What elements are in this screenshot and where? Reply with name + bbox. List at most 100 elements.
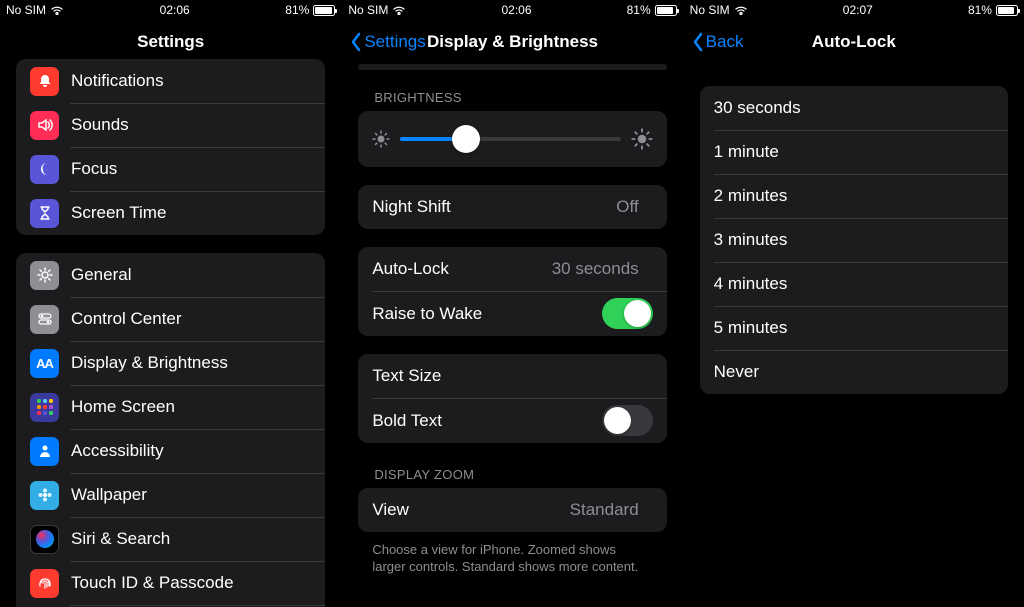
autolock-scroll[interactable]: 30 seconds 1 minute 2 minutes 3 minutes 4 mi… — [684, 64, 1024, 607]
battery-pct-label: 81% — [285, 3, 309, 17]
chevron-right-icon — [303, 489, 311, 502]
settings-row-label: Home Screen — [71, 397, 303, 417]
carrier-label: No SIM — [690, 3, 730, 17]
settings-row-accessibility[interactable]: Accessibility — [16, 429, 325, 473]
brightness-header: BRIGHTNESS — [342, 84, 682, 111]
display-zoom-header: DISPLAY ZOOM — [342, 461, 682, 488]
clock-label: 02:06 — [160, 3, 190, 17]
settings-group-1: Notifications SoundsFocus Screen Time — [16, 59, 325, 235]
autolock-option[interactable]: Never — [700, 350, 1008, 394]
nav-bar: Settings Display & Brightness — [342, 20, 682, 64]
switches-icon — [30, 305, 59, 334]
chevron-right-icon — [303, 163, 311, 176]
settings-row-wallpaper[interactable]: Wallpaper — [16, 473, 325, 517]
carrier-label: No SIM — [6, 3, 46, 17]
chevron-left-icon — [692, 32, 704, 52]
chevron-right-icon — [303, 119, 311, 132]
settings-row-sounds[interactable]: Sounds — [16, 103, 325, 147]
chevron-right-icon — [645, 504, 653, 517]
battery-pct-label: 81% — [627, 3, 651, 17]
autolock-options-group: 30 seconds 1 minute 2 minutes 3 minutes 4 mi… — [700, 86, 1008, 394]
settings-row-label: Siri & Search — [71, 529, 303, 549]
grid-icon — [30, 393, 59, 422]
autolock-option-label: Never — [714, 362, 976, 382]
sun-min-icon — [372, 130, 390, 148]
carrier-label: No SIM — [348, 3, 388, 17]
chevron-right-icon — [303, 401, 311, 414]
autolock-option[interactable]: 5 minutes — [700, 306, 1008, 350]
chevron-left-icon — [350, 32, 362, 52]
view-detail: Standard — [570, 500, 639, 520]
nav-bar: Settings — [0, 20, 341, 64]
autolock-option-label: 3 minutes — [714, 230, 994, 250]
brightness-slider[interactable] — [400, 125, 620, 153]
settings-row-label: Wallpaper — [71, 485, 303, 505]
gear-icon — [30, 261, 59, 290]
back-button[interactable]: Settings — [350, 32, 425, 52]
settings-row-label: Screen Time — [71, 203, 303, 223]
autolock-option[interactable]: 1 minute — [700, 130, 1008, 174]
autolock-option-label: 1 minute — [714, 142, 994, 162]
chevron-right-icon — [645, 201, 653, 214]
autolock-option-label: 2 minutes — [714, 186, 994, 206]
autolock-option[interactable]: 4 minutes — [700, 262, 1008, 306]
display-scroll[interactable]: BRIGHTNESS Night Shift Off Auto-Lock — [342, 64, 682, 607]
night-shift-row[interactable]: Night Shift Off — [358, 185, 666, 229]
settings-row-focus[interactable]: Focus — [16, 147, 325, 191]
bell-icon — [30, 67, 59, 96]
chevron-right-icon — [303, 269, 311, 282]
settings-row-label: Control Center — [71, 309, 303, 329]
bold-text-row: Bold Text — [358, 398, 666, 443]
back-button[interactable]: Back — [692, 32, 744, 52]
autolock-option-label: 30 seconds — [714, 98, 994, 118]
settings-row-touchid[interactable]: Touch ID & Passcode — [16, 561, 325, 605]
raise-to-wake-toggle[interactable] — [602, 298, 653, 329]
settings-row-label: Notifications — [71, 71, 303, 91]
nightshift-group: Night Shift Off — [358, 185, 666, 229]
page-title: Settings — [137, 32, 204, 52]
settings-row-siri[interactable]: Siri & Search — [16, 517, 325, 561]
settings-row-label: Touch ID & Passcode — [71, 573, 303, 593]
wifi-icon — [392, 5, 406, 15]
settings-row-label: General — [71, 265, 303, 285]
settings-row-notifications[interactable]: Notifications — [16, 59, 325, 103]
settings-root-pane: No SIM 02:06 81% Settings Notifications S… — [0, 0, 341, 607]
text-size-row[interactable]: Text Size — [358, 354, 666, 398]
back-label: Settings — [364, 32, 425, 52]
siri-icon — [30, 525, 59, 554]
brightness-thumb[interactable] — [452, 125, 480, 153]
settings-row-controlcenter[interactable]: Control Center — [16, 297, 325, 341]
autolock-option[interactable]: 30 seconds — [700, 86, 1008, 130]
autolock-option[interactable]: 3 minutes — [700, 218, 1008, 262]
settings-row-screentime[interactable]: Screen Time — [16, 191, 325, 235]
battery-pct-label: 81% — [968, 3, 992, 17]
raise-to-wake-label: Raise to Wake — [372, 304, 601, 324]
auto-lock-label: Auto-Lock — [372, 259, 551, 279]
settings-row-homescreen[interactable]: Home Screen — [16, 385, 325, 429]
view-row[interactable]: View Standard — [358, 488, 666, 532]
lock-group: Auto-Lock 30 seconds Raise to Wake — [358, 247, 666, 336]
settings-row-general[interactable]: General — [16, 253, 325, 297]
status-bar: No SIM 02:06 81% — [0, 0, 341, 20]
checkmark-icon — [976, 365, 994, 379]
auto-lock-pane: No SIM 02:07 81% Back Auto-Lock 30 secon… — [683, 0, 1024, 607]
brightness-row — [358, 111, 666, 167]
autolock-option-label: 5 minutes — [714, 318, 994, 338]
page-title: Auto-Lock — [812, 32, 896, 52]
page-title: Display & Brightness — [427, 32, 598, 52]
settings-row-display[interactable]: AADisplay & Brightness — [16, 341, 325, 385]
auto-lock-row[interactable]: Auto-Lock 30 seconds — [358, 247, 666, 291]
chevron-right-icon — [303, 533, 311, 546]
bold-text-toggle[interactable] — [602, 405, 653, 436]
chevron-right-icon — [303, 357, 311, 370]
settings-row-label: Display & Brightness — [71, 353, 303, 373]
clock-label: 02:07 — [843, 3, 873, 17]
autolock-option[interactable]: 2 minutes — [700, 174, 1008, 218]
wifi-icon — [50, 5, 64, 15]
chevron-right-icon — [303, 75, 311, 88]
status-bar: No SIM 02:06 81% — [342, 0, 682, 20]
settings-scroll[interactable]: Notifications SoundsFocus Screen Time Gene… — [0, 59, 341, 607]
autolock-option-label: 4 minutes — [714, 274, 994, 294]
chevron-right-icon — [645, 263, 653, 276]
wifi-icon — [734, 5, 748, 15]
